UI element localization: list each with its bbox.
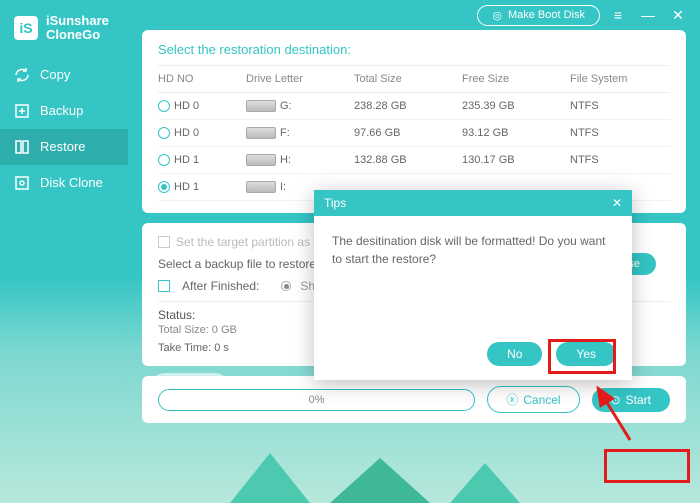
radio-icon — [158, 127, 170, 139]
play-icon: ⊙ — [611, 393, 621, 407]
table-row[interactable]: HD 0 G: 238.28 GB 235.39 GB NTFS — [158, 93, 670, 120]
checkbox-icon[interactable] — [158, 280, 170, 292]
backup-file-label: Select a backup file to restore: — [158, 257, 319, 271]
cell-fs: NTFS — [570, 154, 670, 166]
cancel-icon: ⓧ — [506, 391, 518, 408]
app-logo: iS iSunshare CloneGo — [0, 8, 128, 57]
sidebar-item-restore[interactable]: Restore — [0, 129, 128, 165]
cell-letter: G: — [280, 100, 292, 112]
cell-total: 132.88 GB — [354, 154, 454, 166]
sidebar: iS iSunshare CloneGo Copy Backup Restore — [0, 0, 128, 503]
cell-free: 235.39 GB — [462, 100, 562, 112]
drive-icon — [246, 127, 276, 139]
drive-icon — [246, 181, 276, 193]
tips-dialog: Tips ✕ The desitination disk will be for… — [314, 190, 632, 380]
cell-free: 130.17 GB — [462, 154, 562, 166]
cell-free: 93.12 GB — [462, 127, 562, 139]
drive-icon — [246, 100, 276, 112]
disc-icon: ◎ — [492, 9, 502, 22]
cell-hd: HD 1 — [174, 154, 199, 166]
menu-button[interactable]: ≡ — [606, 3, 630, 27]
cancel-label: Cancel — [523, 393, 560, 407]
section-title: Select the restoration destination: — [158, 42, 670, 57]
restore-icon — [14, 139, 30, 155]
cancel-button[interactable]: ⓧ Cancel — [487, 386, 579, 413]
cell-letter: H: — [280, 154, 291, 166]
footer-panel: 0% ⓧ Cancel ⊙ Start — [142, 376, 686, 423]
cell-total: 238.28 GB — [354, 100, 454, 112]
drive-icon — [246, 154, 276, 166]
app-name-1: iSunshare — [46, 14, 109, 28]
col-total: Total Size — [354, 73, 454, 85]
take-time-text: Take Time: 0 s — [158, 342, 229, 354]
cell-letter: I: — [280, 181, 286, 193]
cell-hd: HD 0 — [174, 100, 199, 112]
dialog-yes-button[interactable]: Yes — [556, 342, 616, 366]
checkbox-icon[interactable] — [158, 236, 170, 248]
sidebar-item-label: Copy — [40, 67, 70, 82]
cell-fs: NTFS — [570, 100, 670, 112]
minimize-button[interactable]: — — [636, 3, 660, 27]
col-letter: Drive Letter — [246, 73, 346, 85]
sidebar-item-disk-clone[interactable]: Disk Clone — [0, 165, 128, 201]
col-fs: File System — [570, 73, 670, 85]
progress-bar: 0% — [158, 389, 475, 411]
logo-icon: iS — [14, 16, 38, 40]
copy-icon — [14, 67, 30, 83]
radio-icon — [158, 154, 170, 166]
radio-shutdown[interactable] — [281, 281, 291, 291]
radio-icon — [158, 181, 170, 193]
disk-clone-icon — [14, 175, 30, 191]
cell-fs: NTFS — [570, 127, 670, 139]
radio-icon — [158, 100, 170, 112]
col-free: Free Size — [462, 73, 562, 85]
titlebar: ◎ Make Boot Disk ≡ — ✕ — [130, 0, 700, 30]
sidebar-item-backup[interactable]: Backup — [0, 93, 128, 129]
sidebar-item-label: Backup — [40, 103, 83, 118]
cell-hd: HD 0 — [174, 127, 199, 139]
start-button[interactable]: ⊙ Start — [592, 388, 670, 412]
cell-hd: HD 1 — [174, 181, 199, 193]
after-finished-label: After Finished: — [182, 279, 259, 293]
progress-text: 0% — [309, 394, 325, 406]
sidebar-item-label: Restore — [40, 139, 86, 154]
app-name-2: CloneGo — [46, 28, 109, 42]
destination-panel: Select the restoration destination: HD N… — [142, 30, 686, 213]
make-boot-disk-button[interactable]: ◎ Make Boot Disk — [477, 5, 600, 26]
dialog-message: The desitination disk will be formatted!… — [314, 216, 632, 284]
close-button[interactable]: ✕ — [666, 3, 690, 27]
dialog-title: Tips — [324, 196, 346, 210]
backup-icon — [14, 103, 30, 119]
sidebar-item-label: Disk Clone — [40, 175, 103, 190]
start-label: Start — [626, 393, 651, 407]
col-hdno: HD NO — [158, 73, 238, 85]
sidebar-item-copy[interactable]: Copy — [0, 57, 128, 93]
cell-total: 97.66 GB — [354, 127, 454, 139]
cell-letter: F: — [280, 127, 290, 139]
target-partition-label: Set the target partition as the — [176, 235, 330, 249]
boot-label: Make Boot Disk — [508, 9, 585, 21]
table-header: HD NO Drive Letter Total Size Free Size … — [158, 65, 670, 93]
table-row[interactable]: HD 1 H: 132.88 GB 130.17 GB NTFS — [158, 147, 670, 174]
table-row[interactable]: HD 0 F: 97.66 GB 93.12 GB NTFS — [158, 120, 670, 147]
close-icon[interactable]: ✕ — [612, 196, 622, 210]
dialog-no-button[interactable]: No — [487, 342, 542, 366]
